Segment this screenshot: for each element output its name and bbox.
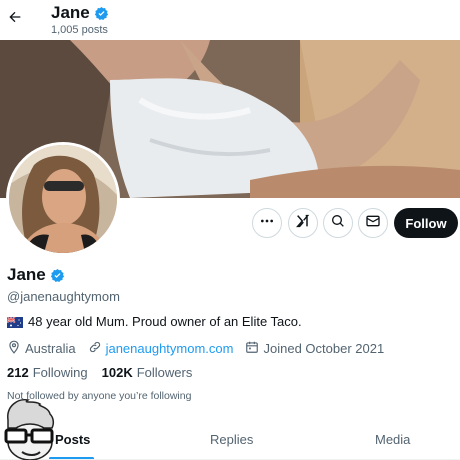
arrow-left-icon[interactable] <box>6 8 24 26</box>
website-link[interactable]: janenaughtymom.com <box>106 341 234 356</box>
header-name: Jane <box>51 3 90 22</box>
posts-count: 1,005 posts <box>51 24 108 36</box>
mail-icon <box>365 213 381 234</box>
message-button[interactable] <box>358 208 388 238</box>
follow-counts: 212 Following 102K Followers <box>7 365 192 380</box>
header-title: Jane <box>51 3 109 23</box>
verified-badge-icon <box>50 268 65 283</box>
profile-header: Jane 1,005 posts <box>0 0 460 40</box>
follow-button[interactable]: Follow <box>394 208 458 238</box>
profile-name: Jane <box>7 265 65 285</box>
verified-badge-icon <box>94 6 109 21</box>
tab-media[interactable]: Media <box>375 432 410 447</box>
search-button[interactable] <box>323 208 353 238</box>
followers-number: 102K <box>101 365 133 380</box>
following-number: 212 <box>7 365 29 380</box>
location: Australia <box>7 340 76 357</box>
profile-meta: Australia janenaughtymom.com Joined Octo… <box>7 340 396 357</box>
tab-posts[interactable]: Posts <box>55 432 90 447</box>
followers-label: Followers <box>136 365 193 380</box>
search-icon <box>330 213 346 234</box>
following-count[interactable]: 212 Following <box>7 365 88 380</box>
website[interactable]: janenaughtymom.com <box>88 340 234 357</box>
tab-replies[interactable]: Replies <box>210 432 253 447</box>
link-icon <box>88 340 102 357</box>
calendar-icon <box>245 340 259 357</box>
grok-button[interactable] <box>288 208 318 238</box>
more-icon <box>259 213 275 234</box>
bio-text: 48 year old Mum. Proud owner of an Elite… <box>28 314 302 329</box>
profile-name-text: Jane <box>7 265 46 284</box>
profile-handle: @janenaughtymom <box>7 289 120 304</box>
nerd-face-icon <box>0 398 58 460</box>
location-icon <box>7 340 21 357</box>
followers-count[interactable]: 102K Followers <box>102 365 193 380</box>
following-label: Following <box>32 365 88 380</box>
avatar[interactable] <box>6 142 120 256</box>
profile-bio: 48 year old Mum. Proud owner of an Elite… <box>6 314 302 329</box>
more-button[interactable] <box>252 208 282 238</box>
grok-icon <box>295 213 311 234</box>
location-text: Australia <box>25 341 76 356</box>
join-date-text: Joined October 2021 <box>263 341 385 356</box>
profile-tabs: Posts Replies Media <box>0 420 460 460</box>
australia-flag-icon <box>6 316 23 328</box>
join-date: Joined October 2021 <box>245 340 384 357</box>
